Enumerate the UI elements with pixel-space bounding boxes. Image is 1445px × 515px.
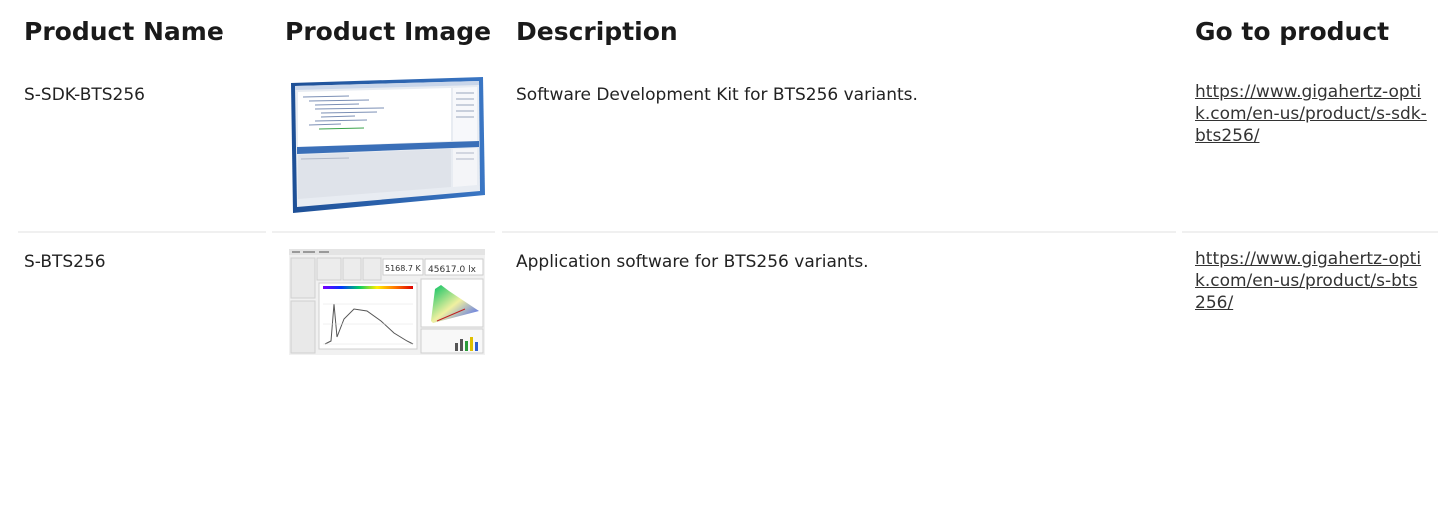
illuminance-readout: 45617.0 lx — [428, 265, 477, 275]
product-name-cell: S-BTS256 — [24, 252, 106, 272]
product-image-application: 5168.7 K 45617.0 lx — [289, 249, 485, 355]
header-go-to-product: Go to product — [1195, 17, 1390, 46]
description-cell: Application software for BTS256 variants… — [516, 252, 869, 272]
header-product-name: Product Name — [24, 17, 224, 46]
product-name-cell: S-SDK-BTS256 — [24, 85, 145, 105]
product-link[interactable]: https://www.gigahertz-optik.com/en-us/pr… — [1195, 81, 1427, 147]
row-separator — [1182, 231, 1438, 233]
description-cell: Software Development Kit for BTS256 vari… — [516, 85, 918, 105]
row-separator — [18, 231, 266, 233]
cct-readout: 5168.7 K — [385, 264, 422, 273]
row-separator — [272, 231, 495, 233]
product-image-sdk — [289, 77, 485, 213]
product-link[interactable]: https://www.gigahertz-optik.com/en-us/pr… — [1195, 248, 1427, 314]
sdk-screenshot-graphic — [291, 77, 485, 213]
row-separator — [502, 231, 1176, 233]
application-screenshot-graphic: 5168.7 K 45617.0 lx — [289, 249, 485, 355]
header-description: Description — [516, 17, 678, 46]
header-product-image: Product Image — [285, 17, 492, 46]
